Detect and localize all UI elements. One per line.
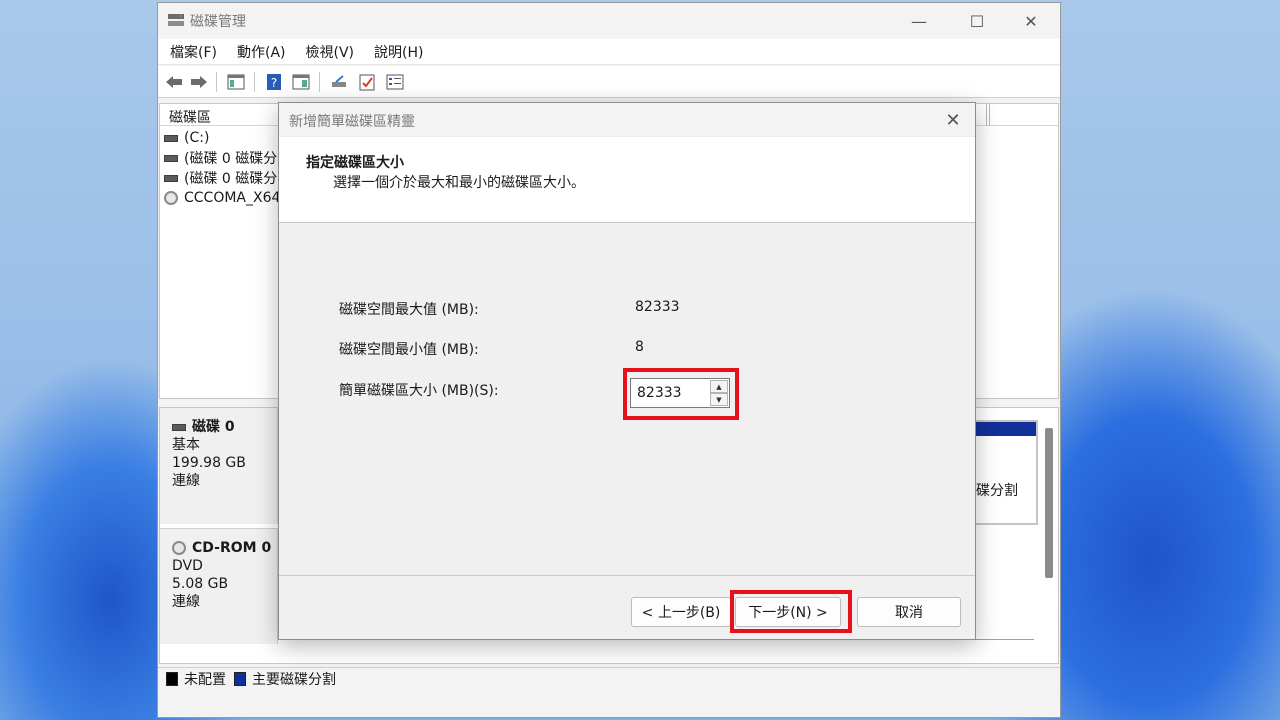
wizard-heading: 指定磁碟區大小 [306,155,404,171]
drive-icon [172,423,186,431]
minimize-button[interactable]: — [896,7,942,35]
stepper-down-icon[interactable]: ▼ [710,393,728,406]
volume-label: (C:) [184,130,210,146]
cd-icon [172,541,186,555]
primary-partition-block[interactable]: 磁碟分割 [962,420,1038,525]
menu-action[interactable]: 動作(A) [237,42,286,62]
disk-name: 磁碟 0 [172,418,277,436]
volume-label: CCCOMA_X64 [184,190,281,206]
max-size-value: 82333 [635,299,680,315]
back-icon[interactable] [164,72,184,92]
disk-management-icon [168,14,184,26]
check-icon[interactable] [357,72,377,92]
disk-status: 連線 [172,594,200,610]
min-size-label: 磁碟空間最小值 (MB): [339,342,479,358]
vertical-scrollbar[interactable] [1045,428,1053,578]
menu-help[interactable]: 說明(H) [374,42,423,62]
legend-label-primary: 主要磁碟分割 [252,671,336,688]
wizard-title-bar: 新增簡單磁碟區精靈 ✕ [279,103,975,137]
volume-size-input[interactable] [631,379,709,407]
back-button[interactable]: < 上一步(B) [631,597,731,627]
volume-label: (磁碟 0 磁碟分 [184,151,278,167]
cdrom-0-info[interactable]: CD-ROM 0 DVD 5.08 GB 連線 [160,528,278,644]
disk-size: 5.08 GB [172,576,229,592]
cd-icon [164,191,178,205]
max-size-label: 磁碟空間最大值 (MB): [339,302,479,318]
forward-icon[interactable] [189,72,209,92]
list-item[interactable]: (磁碟 0 磁碟分 [164,148,277,168]
close-button[interactable]: ✕ [1008,7,1054,35]
connect-icon[interactable] [329,72,349,92]
toolbar: ? [158,66,1060,98]
legend-label-unallocated: 未配置 [184,671,226,688]
list-item[interactable]: (C:) [164,128,209,148]
partition-header [970,422,1036,436]
legend: 未配置 主要磁碟分割 [158,667,1060,689]
disk-name: CD-ROM 0 [172,539,277,557]
stepper-up-icon[interactable]: ▲ [710,380,728,393]
wizard-title: 新增簡單磁碟區精靈 [289,114,415,130]
action-pane-icon[interactable] [291,72,311,92]
next-button[interactable]: 下一步(N) > [735,597,841,627]
column-header-volume[interactable]: 磁碟區 [169,107,211,127]
menu-file[interactable]: 檔案(F) [170,42,217,62]
list-item[interactable]: CCCOMA_X64 [164,188,280,208]
svg-text:?: ? [271,76,277,90]
new-simple-volume-wizard: 新增簡單磁碟區精靈 ✕ 指定磁碟區大小 選擇一個介於最大和最小的磁碟區大小。 磁… [278,102,976,640]
min-size-value: 8 [635,339,644,355]
volume-label: (磁碟 0 磁碟分 [184,171,278,187]
menu-bar: 檔案(F) 動作(A) 檢視(V) 說明(H) [158,39,1060,65]
console-tree-icon[interactable] [226,72,246,92]
footer-divider [279,575,975,576]
disk-type: DVD [172,558,203,574]
wizard-subheading: 選擇一個介於最大和最小的磁碟區大小。 [333,175,585,191]
list-item[interactable]: (磁碟 0 磁碟分 [164,168,277,188]
legend-swatch-primary [234,671,246,686]
help-icon[interactable]: ? [264,72,284,92]
properties-icon[interactable] [385,72,405,92]
wizard-header: 指定磁碟區大小 選擇一個介於最大和最小的磁碟區大小。 [279,137,975,223]
cancel-button[interactable]: 取消 [857,597,961,627]
close-icon[interactable]: ✕ [939,108,967,132]
title-bar: 磁碟管理 — ☐ ✕ [158,3,1060,37]
maximize-button[interactable]: ☐ [954,7,1000,35]
menu-view[interactable]: 檢視(V) [306,42,355,62]
volume-size-stepper[interactable]: ▲ ▼ [630,378,730,408]
legend-swatch-unallocated [166,671,178,686]
window-title: 磁碟管理 [190,14,246,30]
disk-type: 基本 [172,437,200,453]
drive-icon [164,134,178,142]
drive-icon [164,174,178,182]
disk-status: 連線 [172,473,200,489]
drive-icon [164,154,178,162]
disk-0-info[interactable]: 磁碟 0 基本 199.98 GB 連線 [160,408,278,524]
volume-size-label: 簡單磁碟區大小 (MB)(S): [339,383,499,399]
disk-size: 199.98 GB [172,455,246,471]
